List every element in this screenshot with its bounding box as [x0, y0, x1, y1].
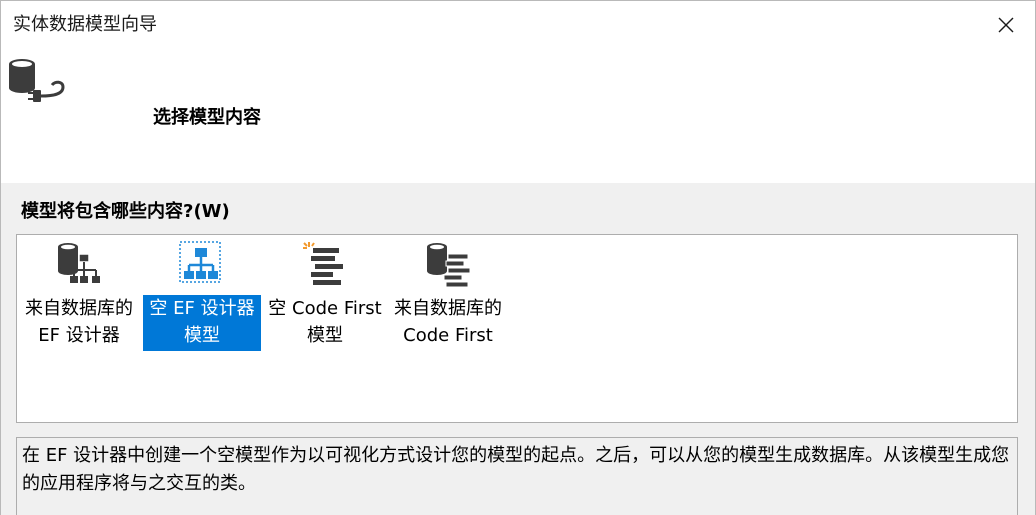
title-bar: 实体数据模型向导 — [1, 1, 1035, 51]
description-text: 在 EF 设计器中创建一个空模型作为以可视化方式设计您的模型的起点。之后，可以从… — [16, 437, 1018, 515]
item-label-line2: Code First — [403, 325, 493, 346]
list-item-empty-code-first[interactable]: 空 Code First 模型 — [264, 235, 386, 351]
item-label-line1: 空 EF 设计器 — [143, 295, 261, 322]
close-icon — [998, 17, 1014, 33]
list-item-code-first-from-database[interactable]: 来自数据库的 Code First — [387, 235, 509, 351]
item-label-line2: 模型 — [143, 322, 261, 349]
model-contents-list[interactable]: 来自数据库的 EF 设计器 空 EF 设计器 模型 空 Code First 模… — [16, 234, 1018, 423]
item-label-line2: EF 设计器 — [38, 325, 120, 346]
item-label-line1: 来自数据库的 — [25, 298, 133, 319]
step-title: 选择模型内容 — [153, 107, 261, 128]
item-label-line1: 空 Code First — [268, 298, 382, 319]
item-label-line1: 来自数据库的 — [394, 298, 502, 319]
wizard-header: 选择模型内容 — [1, 51, 1035, 183]
list-item-ef-designer-from-database[interactable]: 来自数据库的 EF 设计器 — [18, 235, 140, 351]
close-button[interactable] — [983, 5, 1029, 45]
item-label-line2: 模型 — [307, 325, 343, 346]
empty-code-first-icon — [303, 242, 343, 285]
empty-ef-designer-icon — [179, 241, 221, 283]
window-title: 实体数据模型向导 — [13, 14, 157, 35]
database-code-first-icon — [427, 243, 471, 288]
database-connector-icon — [9, 59, 65, 102]
wizard-window: 实体数据模型向导 选择模型内容 模型将包含哪些内容?(W) 来自数据库的 EF … — [0, 0, 1036, 515]
database-hierarchy-icon — [58, 243, 100, 283]
wizard-content: 模型将包含哪些内容?(W) 来自数据库的 EF 设计器 空 EF 设计器 模型 … — [1, 183, 1035, 515]
list-item-empty-ef-designer[interactable]: 空 EF 设计器 模型 — [141, 235, 263, 351]
model-contents-label: 模型将包含哪些内容?(W) — [21, 201, 230, 222]
